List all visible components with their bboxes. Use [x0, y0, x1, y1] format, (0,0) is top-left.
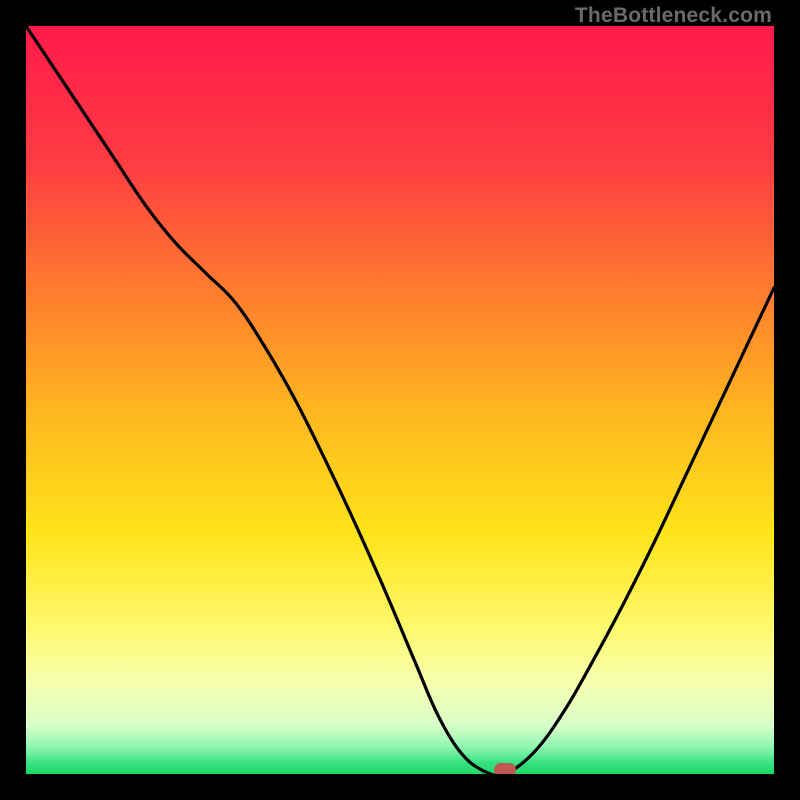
- curve-svg: [26, 26, 774, 774]
- watermark-text: TheBottleneck.com: [575, 4, 772, 28]
- plot-area: [26, 26, 774, 774]
- bottleneck-curve: [26, 26, 774, 774]
- chart-container: TheBottleneck.com: [0, 0, 800, 800]
- optimal-point-marker: [494, 763, 516, 774]
